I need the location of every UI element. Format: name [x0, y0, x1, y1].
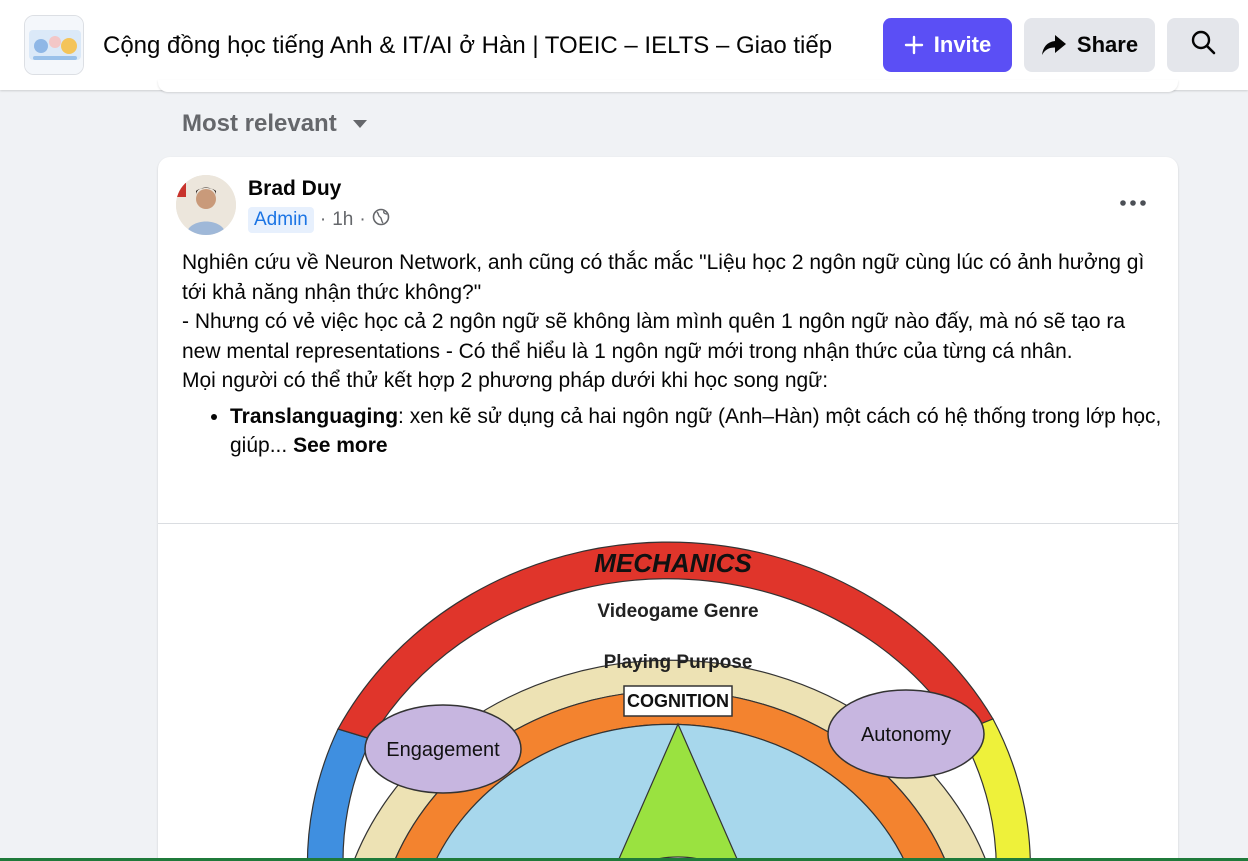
post-time[interactable]: 1h — [332, 209, 353, 231]
avatar-image — [176, 175, 236, 235]
author-name[interactable]: Brad Duy — [248, 177, 341, 201]
search-button[interactable] — [1167, 18, 1239, 72]
invite-button[interactable]: Invite — [883, 18, 1012, 72]
list-item: Translanguaging: xen kẽ sử dụng cả hai n… — [230, 402, 1162, 461]
group-title[interactable]: Cộng đồng học tiếng Anh & IT/AI ở Hàn | … — [103, 30, 863, 62]
meta-separator: · — [359, 209, 366, 230]
plus-icon — [904, 35, 924, 55]
caret-down-icon — [352, 120, 367, 128]
share-label: Share — [1076, 32, 1139, 57]
role-badge[interactable]: Admin — [248, 207, 314, 233]
post-paragraph: Mọi người có thể thử kết hợp 2 phương ph… — [182, 369, 829, 392]
group-thumbnail[interactable] — [24, 15, 84, 75]
post-bullet-list: Translanguaging: xen kẽ sử dụng cả hai n… — [230, 402, 1162, 461]
purpose-label: Playing Purpose — [604, 652, 753, 673]
group-cover-image — [25, 16, 83, 74]
engagement-label: Engagement — [386, 739, 500, 761]
post-card: Brad Duy Admin · 1h · Nghiên cứu về Neur… — [158, 157, 1178, 861]
genre-label: Videogame Genre — [597, 601, 758, 622]
post-image-diagram[interactable]: COGNITION Engagement Autonomy MECHANICS … — [158, 524, 1178, 861]
autonomy-label: Autonomy — [861, 724, 951, 746]
see-more-link[interactable]: See more — [293, 434, 388, 457]
mechanics-label: MECHANICS — [594, 548, 752, 578]
post-paragraph: Nghiên cứu về Neuron Network, anh cũng c… — [182, 251, 1145, 304]
previous-card-edge — [158, 80, 1178, 92]
post-body: Nghiên cứu về Neuron Network, anh cũng c… — [182, 248, 1162, 461]
cognition-label: COGNITION — [627, 691, 729, 711]
avatar[interactable] — [176, 175, 236, 235]
globe-icon — [372, 208, 390, 232]
share-button[interactable]: Share — [1024, 18, 1155, 72]
search-icon — [1190, 29, 1216, 61]
post-paragraph: - Nhưng có vẻ việc học cả 2 ngôn ngữ sẽ … — [182, 310, 1126, 363]
more-dots-icon — [1120, 200, 1146, 206]
invite-label: Invite — [933, 32, 992, 57]
bullet-term: Translanguaging — [230, 404, 399, 428]
more-options-button[interactable] — [1113, 185, 1153, 221]
share-arrow-icon — [1041, 34, 1067, 56]
meta-separator: · — [319, 209, 327, 230]
sort-dropdown[interactable]: Most relevant — [182, 110, 367, 138]
sort-label: Most relevant — [182, 110, 337, 137]
post-meta: Admin · 1h · — [248, 207, 390, 233]
group-header: Cộng đồng học tiếng Anh & IT/AI ở Hàn | … — [0, 0, 1248, 90]
